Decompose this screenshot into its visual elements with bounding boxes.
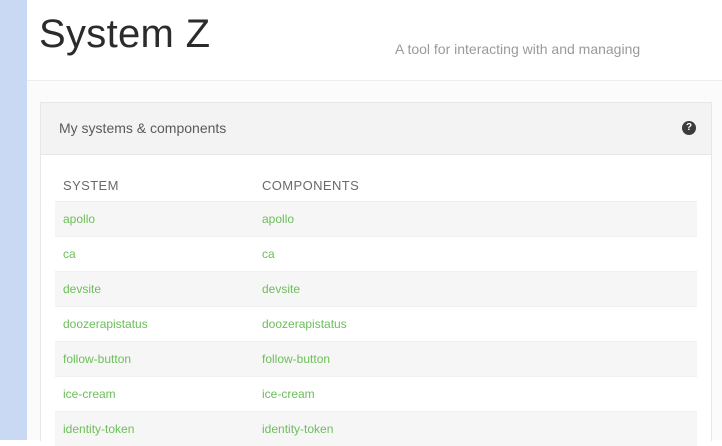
table-row: devsite devsite bbox=[55, 271, 697, 306]
component-link[interactable]: ice-cream bbox=[262, 387, 315, 401]
systems-table: SYSTEM COMPONENTS apollo apollo ca ca de… bbox=[55, 169, 697, 446]
systems-panel: My systems & components ? SYSTEM COMPONE… bbox=[40, 102, 712, 446]
panel-title: My systems & components bbox=[59, 120, 227, 136]
system-link[interactable]: identity-token bbox=[63, 422, 134, 436]
app-title: System Z bbox=[39, 12, 211, 56]
header: System Z A tool for interacting with and… bbox=[27, 0, 722, 81]
panel-header: My systems & components ? bbox=[41, 103, 711, 155]
table-row: ca ca bbox=[55, 236, 697, 271]
help-icon[interactable]: ? bbox=[682, 121, 696, 135]
component-link[interactable]: devsite bbox=[262, 282, 300, 296]
table-row: ice-cream ice-cream bbox=[55, 376, 697, 411]
table-header: SYSTEM COMPONENTS bbox=[55, 169, 697, 201]
system-link[interactable]: devsite bbox=[63, 282, 101, 296]
system-link[interactable]: follow-button bbox=[63, 352, 131, 366]
left-rail bbox=[0, 0, 27, 440]
component-link[interactable]: apollo bbox=[262, 212, 294, 226]
component-link[interactable]: follow-button bbox=[262, 352, 330, 366]
system-link[interactable]: ice-cream bbox=[63, 387, 116, 401]
table-row: identity-token identity-token bbox=[55, 411, 697, 446]
table-row: apollo apollo bbox=[55, 201, 697, 236]
column-header-components: COMPONENTS bbox=[262, 177, 360, 193]
table-row: follow-button follow-button bbox=[55, 341, 697, 376]
component-link[interactable]: ca bbox=[262, 247, 275, 261]
system-link[interactable]: ca bbox=[63, 247, 76, 261]
column-header-system: SYSTEM bbox=[63, 177, 119, 193]
page: System Z A tool for interacting with and… bbox=[27, 0, 722, 446]
table-row: doozerapistatus doozerapistatus bbox=[55, 306, 697, 341]
system-link[interactable]: doozerapistatus bbox=[63, 317, 148, 331]
component-link[interactable]: identity-token bbox=[262, 422, 333, 436]
system-link[interactable]: apollo bbox=[63, 212, 95, 226]
app-tagline: A tool for interacting with and managing bbox=[395, 41, 641, 57]
component-link[interactable]: doozerapistatus bbox=[262, 317, 347, 331]
